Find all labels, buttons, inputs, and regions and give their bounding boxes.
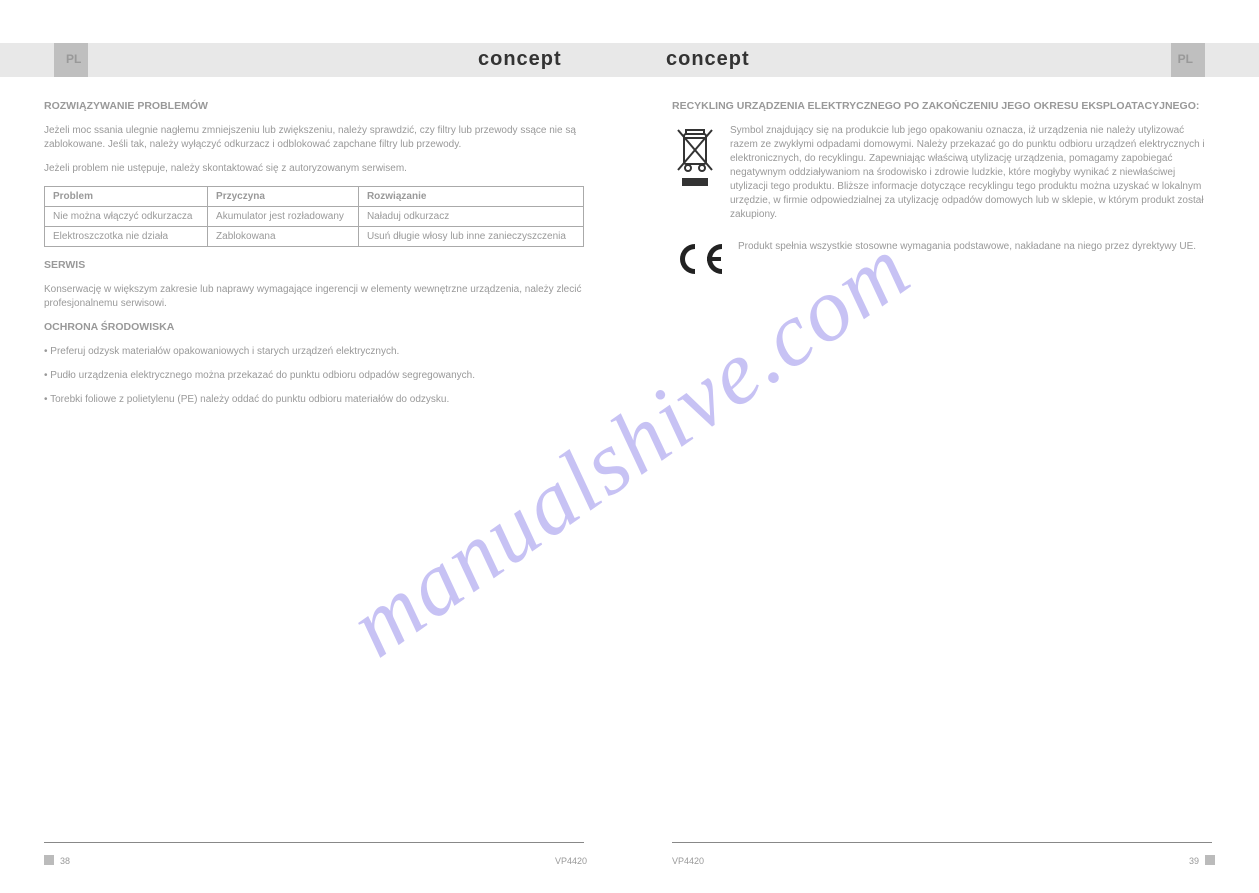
env-item-text: Pudło urządzenia elektrycznego można prz…: [50, 370, 475, 381]
table-cell: Elektroszczotka nie działa: [45, 227, 208, 247]
section-title-troubleshooting: ROZWIĄZYWANIE PROBLEMÓW: [44, 100, 584, 112]
env-item: • Torebki foliowe z polietylenu (PE) nal…: [44, 393, 584, 407]
table-row: Problem Przyczyna Rozwiązanie: [45, 187, 584, 207]
weee-block: Symbol znajdujący się na produkcie lub j…: [672, 124, 1212, 222]
weee-bin-icon: [672, 124, 718, 190]
left-column: ROZWIĄZYWANIE PROBLEMÓW Jeżeli moc ssani…: [44, 100, 584, 417]
page-number-left: 38: [60, 856, 70, 866]
env-item: • Preferuj odzysk materiałów opakowaniow…: [44, 345, 584, 359]
footer-rule-right: [672, 842, 1212, 843]
table-header: Przyczyna: [208, 187, 359, 207]
header-bar: [0, 43, 1259, 77]
troubleshooting-p2: Jeżeli problem nie ustępuje, należy skon…: [44, 162, 584, 176]
env-item-text: Torebki foliowe z polietylenu (PE) należ…: [50, 394, 449, 405]
table-row: Nie można włączyć odkurzacza Akumulator …: [45, 207, 584, 227]
service-p1: Konserwację w większym zakresie lub napr…: [44, 283, 584, 311]
brand-logo-right: concept: [666, 48, 750, 71]
table-cell: Usuń długie włosy lub inne zanieczyszcze…: [358, 227, 583, 247]
env-item: • Pudło urządzenia elektrycznego można p…: [44, 369, 584, 383]
model-code-left: VP4420: [555, 856, 587, 866]
table-cell: Nie można włączyć odkurzacza: [45, 207, 208, 227]
table-cell: Akumulator jest rozładowany: [208, 207, 359, 227]
model-code-right: VP4420: [672, 856, 704, 866]
section-title-recycling: RECYKLING URZĄDZENIA ELEKTRYCZNEGO PO ZA…: [672, 100, 1212, 112]
footer-square-right: [1205, 855, 1215, 865]
page-number-right: 39: [1189, 856, 1199, 866]
brand-logo-left: concept: [478, 48, 562, 71]
ce-block: Produkt spełnia wszystkie stosowne wymag…: [672, 240, 1212, 278]
table-cell: Naładuj odkurzacz: [358, 207, 583, 227]
lang-code-right: PL: [1178, 52, 1193, 66]
troubleshooting-table: Problem Przyczyna Rozwiązanie Nie można …: [44, 186, 584, 247]
table-row: Elektroszczotka nie działa Zablokowana U…: [45, 227, 584, 247]
section-title-environment: OCHRONA ŚRODOWISKA: [44, 321, 584, 333]
recycling-text: Symbol znajdujący się na produkcie lub j…: [730, 124, 1212, 222]
ce-text: Produkt spełnia wszystkie stosowne wymag…: [738, 240, 1212, 254]
table-header: Problem: [45, 187, 208, 207]
lang-code-left: PL: [66, 52, 81, 66]
footer-square-left: [44, 855, 54, 865]
troubleshooting-p1: Jeżeli moc ssania ulegnie nagłemu zmniej…: [44, 124, 584, 152]
table-cell: Zablokowana: [208, 227, 359, 247]
section-title-service: SERWIS: [44, 259, 584, 271]
env-item-text: Preferuj odzysk materiałów opakowaniowyc…: [50, 346, 399, 357]
ce-mark-icon: [672, 240, 726, 278]
right-column: RECYKLING URZĄDZENIA ELEKTRYCZNEGO PO ZA…: [672, 100, 1212, 278]
table-header: Rozwiązanie: [358, 187, 583, 207]
footer-rule-left: [44, 842, 584, 843]
